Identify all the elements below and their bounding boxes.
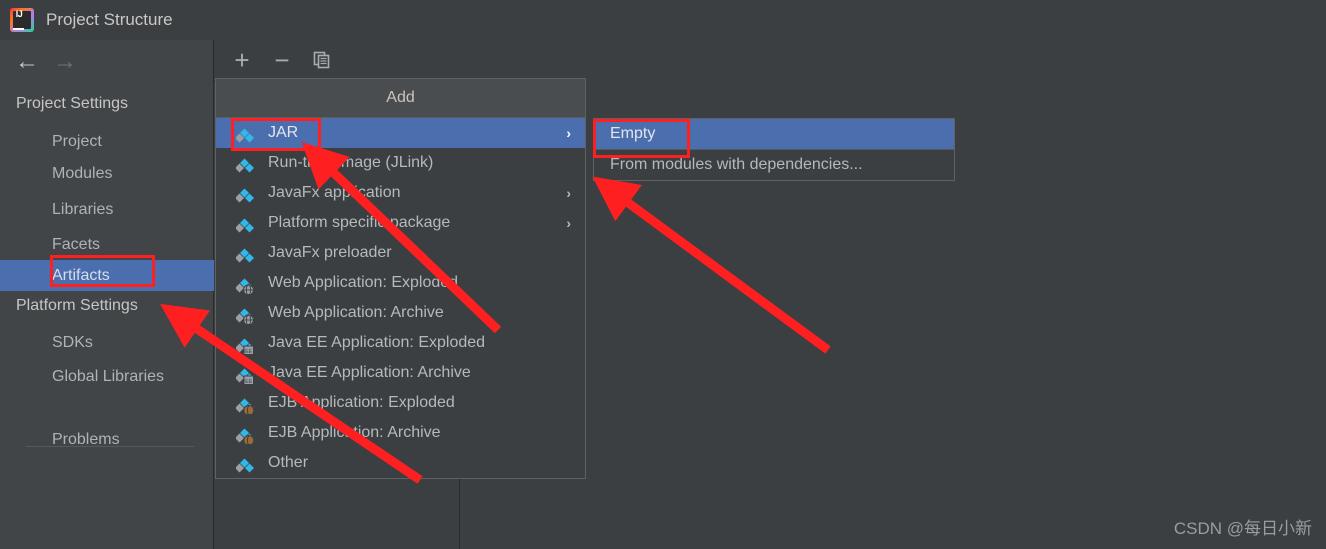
- arrow-right-icon[interactable]: →: [46, 50, 84, 74]
- artifact-icon: [235, 215, 254, 233]
- arrow-left-icon[interactable]: ←: [8, 50, 46, 74]
- ejb-artifact-icon: [235, 395, 255, 416]
- project-structure-window: IJ Project Structure ← → Project Setting…: [0, 0, 1326, 549]
- title-bar: IJ Project Structure: [0, 0, 1326, 40]
- artifact-icon: [235, 155, 254, 173]
- sidebar-item-global-libraries[interactable]: Global Libraries: [0, 361, 214, 392]
- menu-item-label: EJB Application: Exploded: [268, 394, 455, 411]
- sidebar-item-artifacts[interactable]: Artifacts: [0, 260, 214, 291]
- sidebar-group-platform-settings: Platform Settings: [16, 297, 138, 314]
- menu-item-other[interactable]: Other: [216, 448, 585, 478]
- copy-icon[interactable]: [302, 40, 342, 80]
- menu-item-ejb-application-archive[interactable]: EJB Application: Archive: [216, 418, 585, 448]
- artifact-detail-panel: [460, 40, 1326, 549]
- submenu-item-empty[interactable]: Empty: [594, 119, 954, 149]
- jar-submenu: Empty From modules with dependencies...: [593, 118, 955, 181]
- menu-item-label: Web Application: Archive: [268, 304, 444, 321]
- menu-item-label: Java EE Application: Archive: [268, 364, 471, 381]
- add-artifact-menu: Add JAR › Run-time image (JLink) JavaFx app…: [215, 78, 586, 479]
- menu-item-java-ee-application-archive[interactable]: EE Java EE Application: Archive: [216, 358, 585, 388]
- sidebar-item-modules[interactable]: Modules: [0, 158, 214, 189]
- javaee-artifact-icon: EE: [235, 335, 254, 356]
- sidebar-item-facets[interactable]: Facets: [0, 229, 214, 260]
- artifact-plain-icon: [235, 455, 254, 473]
- menu-item-web-application-exploded[interactable]: Web Application: Exploded: [216, 268, 585, 298]
- menu-item-platform-specific-package[interactable]: Platform specific package ›: [216, 208, 585, 238]
- remove-button[interactable]: −: [262, 40, 302, 80]
- sidebar-group-project-settings: Project Settings: [16, 95, 129, 112]
- svg-text:EE: EE: [245, 379, 253, 384]
- sidebar-divider: [26, 446, 194, 447]
- intellij-idea-icon: IJ: [10, 8, 34, 32]
- menu-item-jar[interactable]: JAR ›: [216, 118, 585, 148]
- web-artifact-icon: [235, 305, 254, 326]
- settings-sidebar: ← → Project Settings Platform Settings Pr…: [0, 40, 214, 549]
- javaee-artifact-icon: EE: [235, 365, 254, 386]
- watermark: CSDN @每日小新: [1173, 519, 1312, 538]
- menu-item-label: JavaFx application: [268, 184, 401, 201]
- menu-item-label: Platform specific package: [268, 214, 451, 231]
- sidebar-item-project[interactable]: Project: [0, 126, 214, 157]
- navigation-arrows: ← →: [0, 40, 214, 84]
- artifact-icon: [235, 185, 254, 203]
- ejb-artifact-icon: [235, 425, 255, 446]
- svg-text:EE: EE: [245, 349, 253, 354]
- chevron-right-icon: ›: [566, 185, 571, 201]
- sidebar-item-sdks[interactable]: SDKs: [0, 327, 214, 358]
- menu-item-label: EJB Application: Archive: [268, 424, 441, 441]
- submenu-item-from-modules-with-dependencies[interactable]: From modules with dependencies...: [594, 150, 954, 180]
- menu-item-web-application-archive[interactable]: Web Application: Archive: [216, 298, 585, 328]
- artifact-icon: [235, 125, 254, 143]
- menu-item-run-time-image-jlink[interactable]: Run-time image (JLink): [216, 148, 585, 178]
- artifact-icon: [235, 245, 254, 263]
- menu-item-label: Run-time image (JLink): [268, 154, 434, 171]
- menu-item-java-ee-application-exploded[interactable]: EE Java EE Application: Exploded: [216, 328, 585, 358]
- app-icon-text: IJ: [15, 9, 23, 19]
- menu-item-label: Other: [268, 454, 309, 471]
- sidebar-item-libraries[interactable]: Libraries: [0, 194, 214, 225]
- menu-item-javafx-preloader[interactable]: JavaFx preloader: [216, 238, 585, 268]
- menu-item-label: JAR: [268, 124, 299, 141]
- chevron-right-icon: ›: [566, 125, 571, 141]
- menu-item-ejb-application-exploded[interactable]: EJB Application: Exploded: [216, 388, 585, 418]
- chevron-right-icon: ›: [566, 215, 571, 231]
- menu-item-label: Web Application: Exploded: [268, 274, 459, 291]
- menu-item-javafx-application[interactable]: JavaFx application ›: [216, 178, 585, 208]
- menu-item-label: JavaFx preloader: [268, 244, 392, 261]
- add-menu-title: Add: [216, 79, 585, 118]
- artifacts-toolbar: + −: [214, 40, 460, 81]
- add-button[interactable]: +: [222, 40, 262, 80]
- sidebar-item-problems[interactable]: Problems: [0, 424, 214, 455]
- add-menu-items: JAR › Run-time image (JLink) JavaFx applica…: [216, 118, 585, 478]
- web-artifact-icon: [235, 275, 254, 296]
- menu-item-label: Java EE Application: Exploded: [268, 334, 486, 351]
- window-title: Project Structure: [46, 10, 173, 29]
